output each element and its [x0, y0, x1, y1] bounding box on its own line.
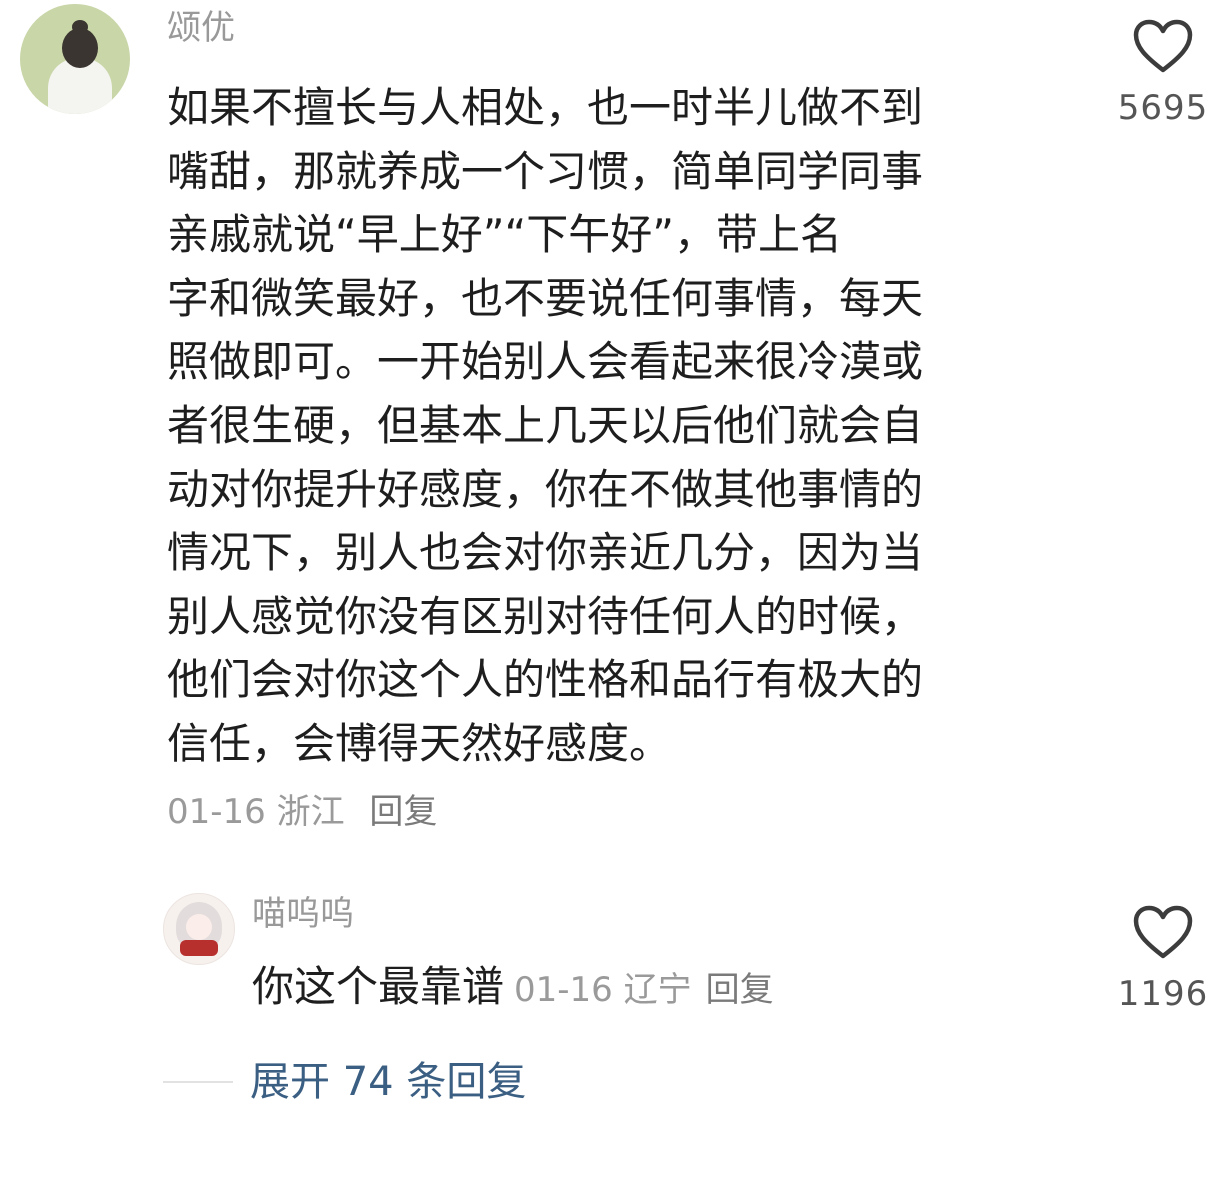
reply-reply-button[interactable]: 回复 — [706, 970, 774, 1010]
heart-outline-icon — [1133, 19, 1193, 73]
comment-text-line: 如果不擅长与人相处，也一时半儿做不到 — [167, 83, 924, 132]
comment-body: 如果不擅长与人相处，也一时半儿做不到 嘴甜，那就养成一个习惯，简单同学同事 亲戚… — [167, 76, 1032, 776]
reply-button[interactable]: 回复 — [369, 792, 437, 832]
reply-like-count: 1196 — [1117, 974, 1209, 1014]
avatar-scarf — [180, 940, 218, 956]
comment-text-line: 他们会对你这个人的性格和品行有极大的 — [167, 655, 924, 705]
like-button[interactable]: 5695 — [1113, 18, 1213, 128]
comment-text-line: 情况下，别人也会对你亲近几分，因为当 — [167, 528, 924, 578]
comment-meta: 01-16 浙江 回复 — [167, 791, 437, 833]
comment-text-line: 动对你提升好感度，你在不做其他事情的 — [167, 464, 924, 514]
comment-text-line: 别人感觉你没有区别对待任何人的时候， — [167, 591, 924, 641]
avatar-figure-bun — [72, 20, 88, 34]
reply-location: 辽宁 — [623, 970, 692, 1010]
comment-location: 浙江 — [276, 792, 345, 832]
comment-text-line: 亲戚就说“早上好”“下午好”，带上名 — [167, 210, 843, 260]
comment-text-line: 照做即可。一开始别人会看起来很冷漠或 — [167, 337, 924, 387]
reply-like-button[interactable]: 1196 — [1113, 904, 1213, 1014]
comment-text-line: 嘴甜，那就养成一个习惯，简单同学同事 — [167, 146, 924, 196]
avatar-face — [186, 914, 212, 940]
user-avatar[interactable] — [20, 4, 130, 114]
comment-text-line: 信任，会博得天然好感度。 — [167, 718, 672, 768]
reply-username[interactable]: 喵呜呜 — [252, 894, 354, 934]
reply-content: 你这个最靠谱 01-16 辽宁 回复 — [252, 962, 774, 1015]
like-count: 5695 — [1117, 88, 1209, 128]
reply-meta: 01-16 辽宁 回复 — [514, 970, 774, 1010]
divider-line — [163, 1081, 233, 1083]
avatar-figure-head — [62, 28, 98, 68]
reply-text: 你这个最靠谱 — [252, 962, 505, 1011]
comment-date: 01-16 — [167, 792, 266, 832]
anime-girl-avatar[interactable] — [163, 893, 235, 965]
comment-text-line: 字和微笑最好，也不要说任何事情，每天 — [167, 273, 924, 323]
comment-username[interactable]: 颂优 — [167, 8, 235, 48]
reply-date: 01-16 — [514, 970, 613, 1010]
expand-replies-button[interactable]: 展开 74 条回复 — [250, 1057, 526, 1107]
comment-text-line: 者很生硬，但基本上几天以后他们就会自 — [167, 400, 924, 450]
heart-outline-icon — [1133, 905, 1193, 959]
